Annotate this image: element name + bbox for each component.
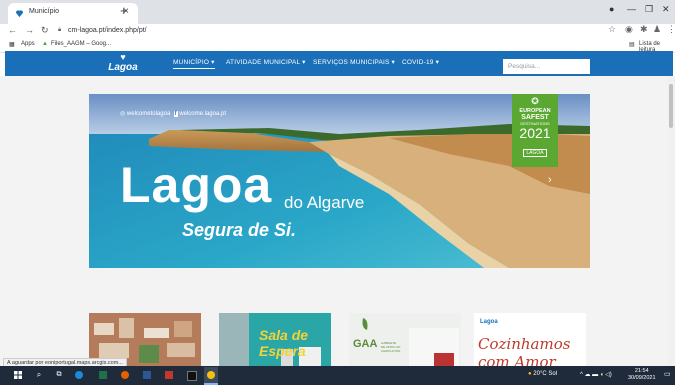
- site-search-input[interactable]: [503, 59, 590, 74]
- card3-title: GAA: [353, 338, 378, 350]
- taskbar-firefox[interactable]: [118, 367, 132, 383]
- bookmark-star-icon[interactable]: ☆: [608, 24, 616, 35]
- system-tray-icons[interactable]: ^ ☁ ▬ ◖ ◁): [580, 371, 612, 378]
- window-close-icon[interactable]: ✕: [662, 4, 670, 15]
- clock-time: 21:54: [634, 368, 649, 374]
- word-icon: [143, 371, 151, 379]
- taskbar-app-dark[interactable]: [184, 367, 198, 383]
- hero-title: Lagoa: [120, 157, 273, 213]
- extension-icon[interactable]: ◉: [625, 24, 633, 35]
- news-card-sala-de-espera[interactable]: Sala de Espera: [219, 313, 331, 368]
- taskbar-excel[interactable]: [96, 367, 110, 383]
- nav-atividade-label: ATIVIDADE MUNICIPAL: [226, 59, 301, 66]
- maximize-icon[interactable]: ❐: [645, 4, 653, 15]
- url-field[interactable]: cm-lagoa.pt/index.php/pt/: [68, 27, 147, 34]
- news-card-cozinhamos[interactable]: Lagoa Cozinhamos com Amor: [474, 313, 586, 368]
- bookmark-apps[interactable]: Apps: [21, 41, 35, 47]
- taskbar-app-red[interactable]: [162, 367, 176, 383]
- nav-municipio[interactable]: MUNICÍPIO ▾: [173, 58, 215, 69]
- reading-list-icon[interactable]: ▤: [629, 41, 635, 48]
- profile-icon[interactable]: ●: [609, 4, 614, 14]
- taskbar-edge[interactable]: [72, 367, 86, 383]
- taskbar-clock[interactable]: 21:54 30/09/2021: [628, 368, 656, 382]
- facebook-icon: f: [173, 111, 178, 117]
- clock-date: 30/09/2021: [628, 375, 656, 381]
- forward-icon[interactable]: →: [25, 25, 34, 35]
- reload-icon[interactable]: ↻: [41, 25, 49, 36]
- badge-emblem-icon: ✪: [531, 96, 539, 106]
- nav-servicos-municipais[interactable]: SERVIÇOS MUNICIPAIS ▾: [313, 58, 395, 66]
- notifications-icon[interactable]: ▭: [664, 370, 671, 378]
- firefox-icon: [121, 371, 129, 379]
- taskbar-word[interactable]: [140, 367, 154, 383]
- carousel-next-icon[interactable]: ›: [548, 174, 552, 186]
- badge-tag: LAGOA: [523, 149, 547, 157]
- hero-subtitle: do Algarve: [284, 193, 365, 212]
- apps-icon[interactable]: ▦: [9, 41, 15, 48]
- puzzle-icon[interactable]: ✱: [640, 24, 648, 35]
- app-dark-icon: [187, 371, 197, 381]
- news-card-gaa[interactable]: GAA GABINETE DE APOIO AO AGRICULTOR: [349, 313, 461, 368]
- sun-icon: ●: [528, 371, 532, 377]
- site-logo[interactable]: ♥ Lagoa: [102, 51, 144, 76]
- badge-year: 2021: [519, 125, 551, 141]
- card4-title: Cozinhamos com Amor: [478, 335, 571, 368]
- lock-icon[interactable]: 🔒︎: [58, 27, 61, 34]
- hero-slogan: Segura de Si.: [182, 220, 297, 240]
- drive-icon: ▲: [42, 41, 48, 47]
- app-red-icon: [165, 371, 173, 379]
- logo-heart-icon: ♥: [120, 52, 126, 62]
- weather-widget[interactable]: ● 20°C Sol: [528, 371, 557, 377]
- back-icon[interactable]: ←: [8, 25, 17, 35]
- nav-covid[interactable]: COVID-19 ▾: [402, 58, 439, 66]
- card3-subtitle: GABINETE DE APOIO AO AGRICULTOR: [381, 341, 401, 353]
- taskbar-chrome[interactable]: [204, 367, 218, 385]
- instagram-handle: welcometolagoa: [126, 111, 171, 117]
- badge-line2: SAFEST: [521, 114, 549, 121]
- nav-servicos-label: SERVIÇOS MUNICIPAIS: [313, 59, 390, 66]
- hero-social-links: ◎ welcometolagoa f welcome.lagoa.pt: [120, 110, 226, 117]
- windows-logo-icon: [14, 371, 22, 379]
- card2-title: Sala de Espera: [259, 327, 309, 359]
- task-view-icon[interactable]: ⧉: [52, 367, 66, 383]
- account-icon[interactable]: ♟: [653, 24, 661, 35]
- weather-text: 20°C Sol: [533, 371, 558, 377]
- start-button[interactable]: [11, 367, 25, 383]
- search-icon[interactable]: ⌕: [32, 367, 46, 383]
- browser-tab[interactable]: Município ×: [8, 3, 138, 24]
- edge-icon: [75, 371, 83, 379]
- nav-atividade-municipal[interactable]: ATIVIDADE MUNICIPAL ▾: [226, 58, 306, 66]
- site-favicon-icon: [15, 10, 24, 18]
- menu-icon[interactable]: ⋮: [667, 24, 675, 35]
- scrollbar-thumb[interactable]: [669, 84, 673, 128]
- nav-municipio-label: MUNICÍPIO: [173, 59, 210, 66]
- nav-covid-label: COVID-19: [402, 59, 434, 66]
- logo-text: Lagoa: [108, 62, 138, 73]
- excel-icon: [99, 371, 107, 379]
- tab-title: Município: [29, 8, 59, 15]
- bookmark-files[interactable]: Files_AAGM – Goog...: [51, 41, 111, 47]
- website-link-text: welcome.lagoa.pt: [179, 111, 226, 117]
- safest-destinations-badge: ✪ EUROPEAN SAFEST DESTINATIONS 2021 LAGO…: [512, 94, 558, 167]
- instagram-icon: ◎: [120, 111, 126, 117]
- card4-logo: Lagoa: [480, 319, 498, 325]
- new-tab-icon[interactable]: +: [120, 3, 128, 18]
- chrome-icon: [207, 371, 215, 379]
- minimize-icon[interactable]: —: [627, 4, 636, 14]
